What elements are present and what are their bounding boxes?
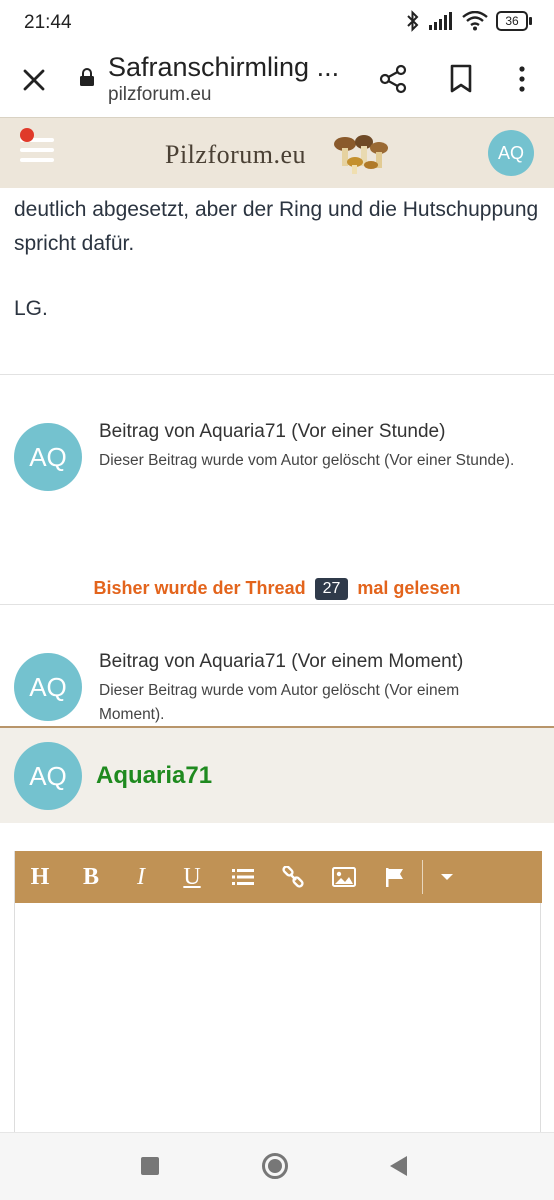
browser-toolbar: Safranschirmling ... pilzforum.eu xyxy=(0,46,554,118)
user-avatar[interactable]: AQ xyxy=(488,130,534,176)
link-icon xyxy=(282,866,304,888)
page-url: pilzforum.eu xyxy=(108,84,212,105)
avatar[interactable]: AQ xyxy=(14,423,82,491)
page-title: Safranschirmling ... xyxy=(108,52,340,82)
battery-icon: 36 xyxy=(496,11,532,31)
mushroom-logo-icon xyxy=(334,135,388,174)
underline-button[interactable]: U xyxy=(176,861,208,893)
status-icons: 36 xyxy=(406,10,532,32)
image-icon xyxy=(332,867,356,887)
read-count-suffix: mal gelesen xyxy=(357,578,461,598)
lock-icon xyxy=(80,68,94,86)
reply-username[interactable]: Aquaria71 xyxy=(96,762,212,790)
hamburger-menu-icon[interactable] xyxy=(20,128,56,168)
list-button[interactable] xyxy=(227,861,259,893)
post-text: deutlich abgesetzt, aber der Ring und di… xyxy=(14,198,539,255)
battery-level: 36 xyxy=(496,11,528,31)
deleted-post-note: Dieser Beitrag wurde vom Autor gelöscht … xyxy=(99,682,460,723)
bookmark-icon[interactable] xyxy=(448,64,474,94)
reply-editor[interactable]: H B I U xyxy=(14,851,542,1141)
back-icon[interactable] xyxy=(390,1156,407,1176)
deleted-post-heading[interactable]: Beitrag von Aquaria71 (Vor einem Moment) xyxy=(99,651,463,673)
read-count-divider xyxy=(0,604,554,605)
thread-content: deutlich abgesetzt, aber der Ring und di… xyxy=(0,188,554,726)
read-count-badge: 27 xyxy=(314,578,349,600)
link-button[interactable] xyxy=(277,861,309,893)
bold-button[interactable]: B xyxy=(75,861,107,893)
flag-button[interactable] xyxy=(379,861,411,893)
image-button[interactable] xyxy=(328,861,360,893)
system-navigation-bar xyxy=(0,1132,554,1200)
deleted-post-note: Dieser Beitrag wurde vom Autor gelöscht … xyxy=(99,452,515,469)
italic-button[interactable]: I xyxy=(125,861,157,893)
list-icon xyxy=(232,869,254,885)
avatar[interactable]: AQ xyxy=(14,653,82,721)
post-signoff: LG. xyxy=(14,297,48,320)
more-options-icon[interactable] xyxy=(512,64,532,94)
reply-author-bar: AQ Aquaria71 xyxy=(0,726,554,823)
status-bar: 21:44 36 xyxy=(0,0,554,46)
wifi-icon xyxy=(462,11,488,31)
deleted-post-heading[interactable]: Beitrag von Aquaria71 (Vor einer Stunde) xyxy=(99,421,445,443)
more-tools-button[interactable] xyxy=(431,861,463,893)
heading-button[interactable]: H xyxy=(24,861,56,893)
site-logo[interactable]: Pilzforum.eu xyxy=(165,132,395,176)
site-header: Pilzforum.eu AQ xyxy=(0,118,554,188)
editor-toolbar: H B I U xyxy=(15,851,542,903)
thread-read-count: Bisher wurde der Thread 27 mal gelesen xyxy=(0,578,554,600)
bluetooth-icon xyxy=(407,10,419,32)
share-icon[interactable] xyxy=(378,64,408,94)
close-icon[interactable] xyxy=(20,66,48,94)
notification-dot xyxy=(20,128,34,142)
recent-apps-icon[interactable] xyxy=(141,1157,159,1175)
post-divider xyxy=(0,374,554,375)
toolbar-separator xyxy=(422,860,423,894)
flag-icon xyxy=(386,868,403,887)
dropdown-icon xyxy=(441,874,453,880)
read-count-prefix: Bisher wurde der Thread xyxy=(93,578,306,598)
status-time: 21:44 xyxy=(24,12,72,33)
signal-icon xyxy=(429,12,452,30)
logo-text: Pilzforum.eu xyxy=(165,140,307,169)
home-icon[interactable] xyxy=(262,1153,288,1179)
avatar[interactable]: AQ xyxy=(14,742,82,810)
